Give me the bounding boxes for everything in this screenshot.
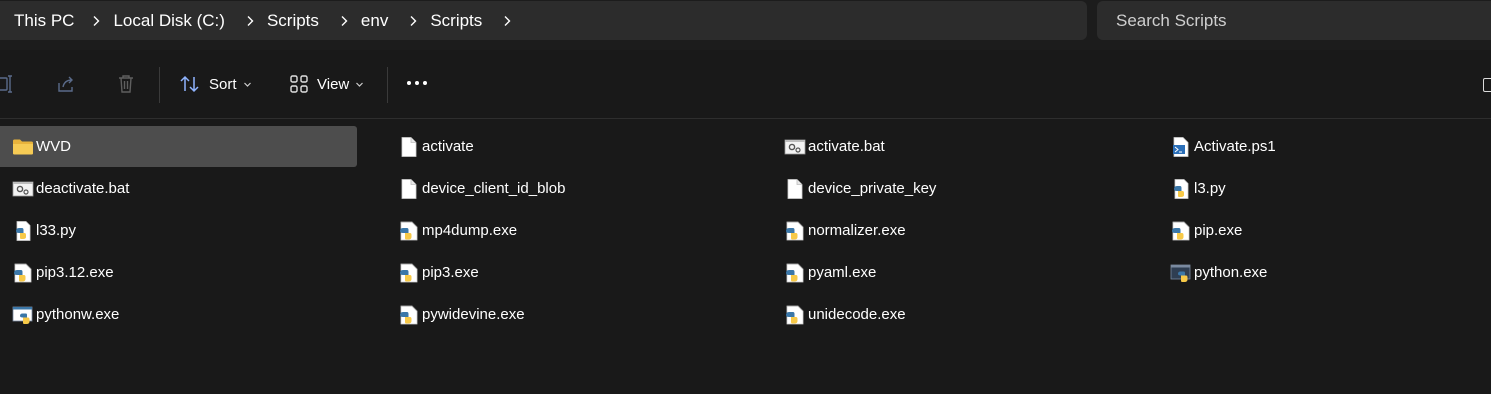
rename-icon[interactable]	[0, 72, 18, 96]
file-item[interactable]: pip3.12.exe	[0, 252, 357, 293]
view-button[interactable]: View	[289, 70, 372, 98]
breadcrumb-env[interactable]: env	[361, 11, 388, 31]
details-pane-icon[interactable]	[1483, 78, 1491, 92]
breadcrumb-this-pc[interactable]: This PC	[0, 11, 74, 31]
python-file-icon	[12, 220, 34, 242]
share-icon[interactable]	[54, 72, 78, 96]
file-name: deactivate.bat	[36, 180, 130, 197]
file-item[interactable]: Activate.ps1	[1170, 126, 1491, 167]
python-exe-icon	[12, 262, 34, 284]
file-name: pip3.12.exe	[36, 264, 114, 281]
chevron-down-icon	[356, 82, 364, 87]
view-icon	[290, 75, 308, 93]
file-name: python.exe	[1194, 264, 1268, 281]
python-exe-icon	[398, 220, 420, 242]
file-name: pip.exe	[1194, 222, 1243, 239]
file-icon	[398, 178, 420, 200]
chevron-right-icon[interactable]	[490, 15, 524, 27]
breadcrumb-local-disk[interactable]: Local Disk (C:)	[113, 11, 224, 31]
breadcrumb-scripts[interactable]: Scripts	[267, 11, 319, 31]
python-exe-icon	[784, 304, 806, 326]
chevron-right-icon[interactable]	[79, 15, 113, 27]
delete-icon[interactable]	[114, 72, 138, 96]
command-bar: Sort View	[0, 50, 1491, 119]
chevron-right-icon[interactable]	[233, 15, 267, 27]
file-name: pythonw.exe	[36, 306, 120, 323]
file-item[interactable]: pip.exe	[1170, 210, 1491, 251]
chevron-down-icon	[243, 82, 251, 87]
file-item[interactable]: pyaml.exe	[784, 252, 1164, 293]
toolbar-separator	[159, 67, 160, 103]
file-icon	[784, 178, 806, 200]
python-exe-icon	[398, 304, 420, 326]
sort-label: Sort	[209, 75, 237, 93]
file-item[interactable]: deactivate.bat	[0, 168, 357, 209]
file-name: pyaml.exe	[808, 264, 877, 281]
file-item[interactable]: activate.bat	[784, 126, 1164, 167]
file-item[interactable]: activate	[398, 126, 778, 167]
address-bar[interactable]: This PC Local Disk (C:) Scripts env Scri…	[0, 1, 1087, 40]
file-name: pywidevine.exe	[422, 306, 525, 323]
batch-icon	[784, 136, 806, 158]
file-name: device_client_id_blob	[422, 180, 566, 197]
file-item[interactable]: pywidevine.exe	[398, 294, 778, 335]
batch-icon	[12, 178, 34, 200]
file-name: mp4dump.exe	[422, 222, 518, 239]
file-name: activate.bat	[808, 138, 885, 155]
sort-icon	[180, 75, 199, 93]
file-item[interactable]: l3.py	[1170, 168, 1491, 209]
python-exe-icon	[1170, 220, 1192, 242]
file-item[interactable]: python.exe	[1170, 252, 1491, 293]
file-name: activate	[422, 138, 474, 155]
python-file-icon	[1170, 178, 1192, 200]
python-window-icon	[12, 304, 34, 326]
breadcrumb-scripts-current[interactable]: Scripts	[430, 11, 482, 31]
folder-icon	[12, 136, 34, 158]
file-name: normalizer.exe	[808, 222, 906, 239]
file-name: l3.py	[1194, 180, 1226, 197]
file-item[interactable]: WVD	[0, 126, 357, 167]
python-console-icon	[1170, 262, 1192, 284]
file-name: Activate.ps1	[1194, 138, 1276, 155]
file-item[interactable]: mp4dump.exe	[398, 210, 778, 251]
search-input[interactable]: Search Scripts	[1097, 1, 1491, 40]
file-item[interactable]: device_private_key	[784, 168, 1164, 209]
view-label: View	[317, 75, 350, 93]
file-item[interactable]: l33.py	[0, 210, 357, 251]
chevron-right-icon[interactable]	[396, 15, 430, 27]
file-item[interactable]: pip3.exe	[398, 252, 778, 293]
title-bar: This PC Local Disk (C:) Scripts env Scri…	[0, 0, 1491, 50]
file-item[interactable]: device_client_id_blob	[398, 168, 778, 209]
python-exe-icon	[784, 220, 806, 242]
file-name: WVD	[36, 138, 71, 155]
file-name: pip3.exe	[422, 264, 479, 281]
file-name: l33.py	[36, 222, 77, 239]
file-item[interactable]: unidecode.exe	[784, 294, 1164, 335]
more-options-button[interactable]	[407, 81, 427, 85]
file-icon	[398, 136, 420, 158]
file-item[interactable]: pythonw.exe	[0, 294, 357, 335]
powershell-icon	[1170, 136, 1192, 158]
toolbar-separator	[387, 67, 388, 103]
file-name: device_private_key	[808, 180, 937, 197]
sort-button[interactable]: Sort	[179, 70, 260, 98]
python-exe-icon	[784, 262, 806, 284]
python-exe-icon	[398, 262, 420, 284]
file-item[interactable]: normalizer.exe	[784, 210, 1164, 251]
chevron-right-icon[interactable]	[327, 15, 361, 27]
file-name: unidecode.exe	[808, 306, 906, 323]
